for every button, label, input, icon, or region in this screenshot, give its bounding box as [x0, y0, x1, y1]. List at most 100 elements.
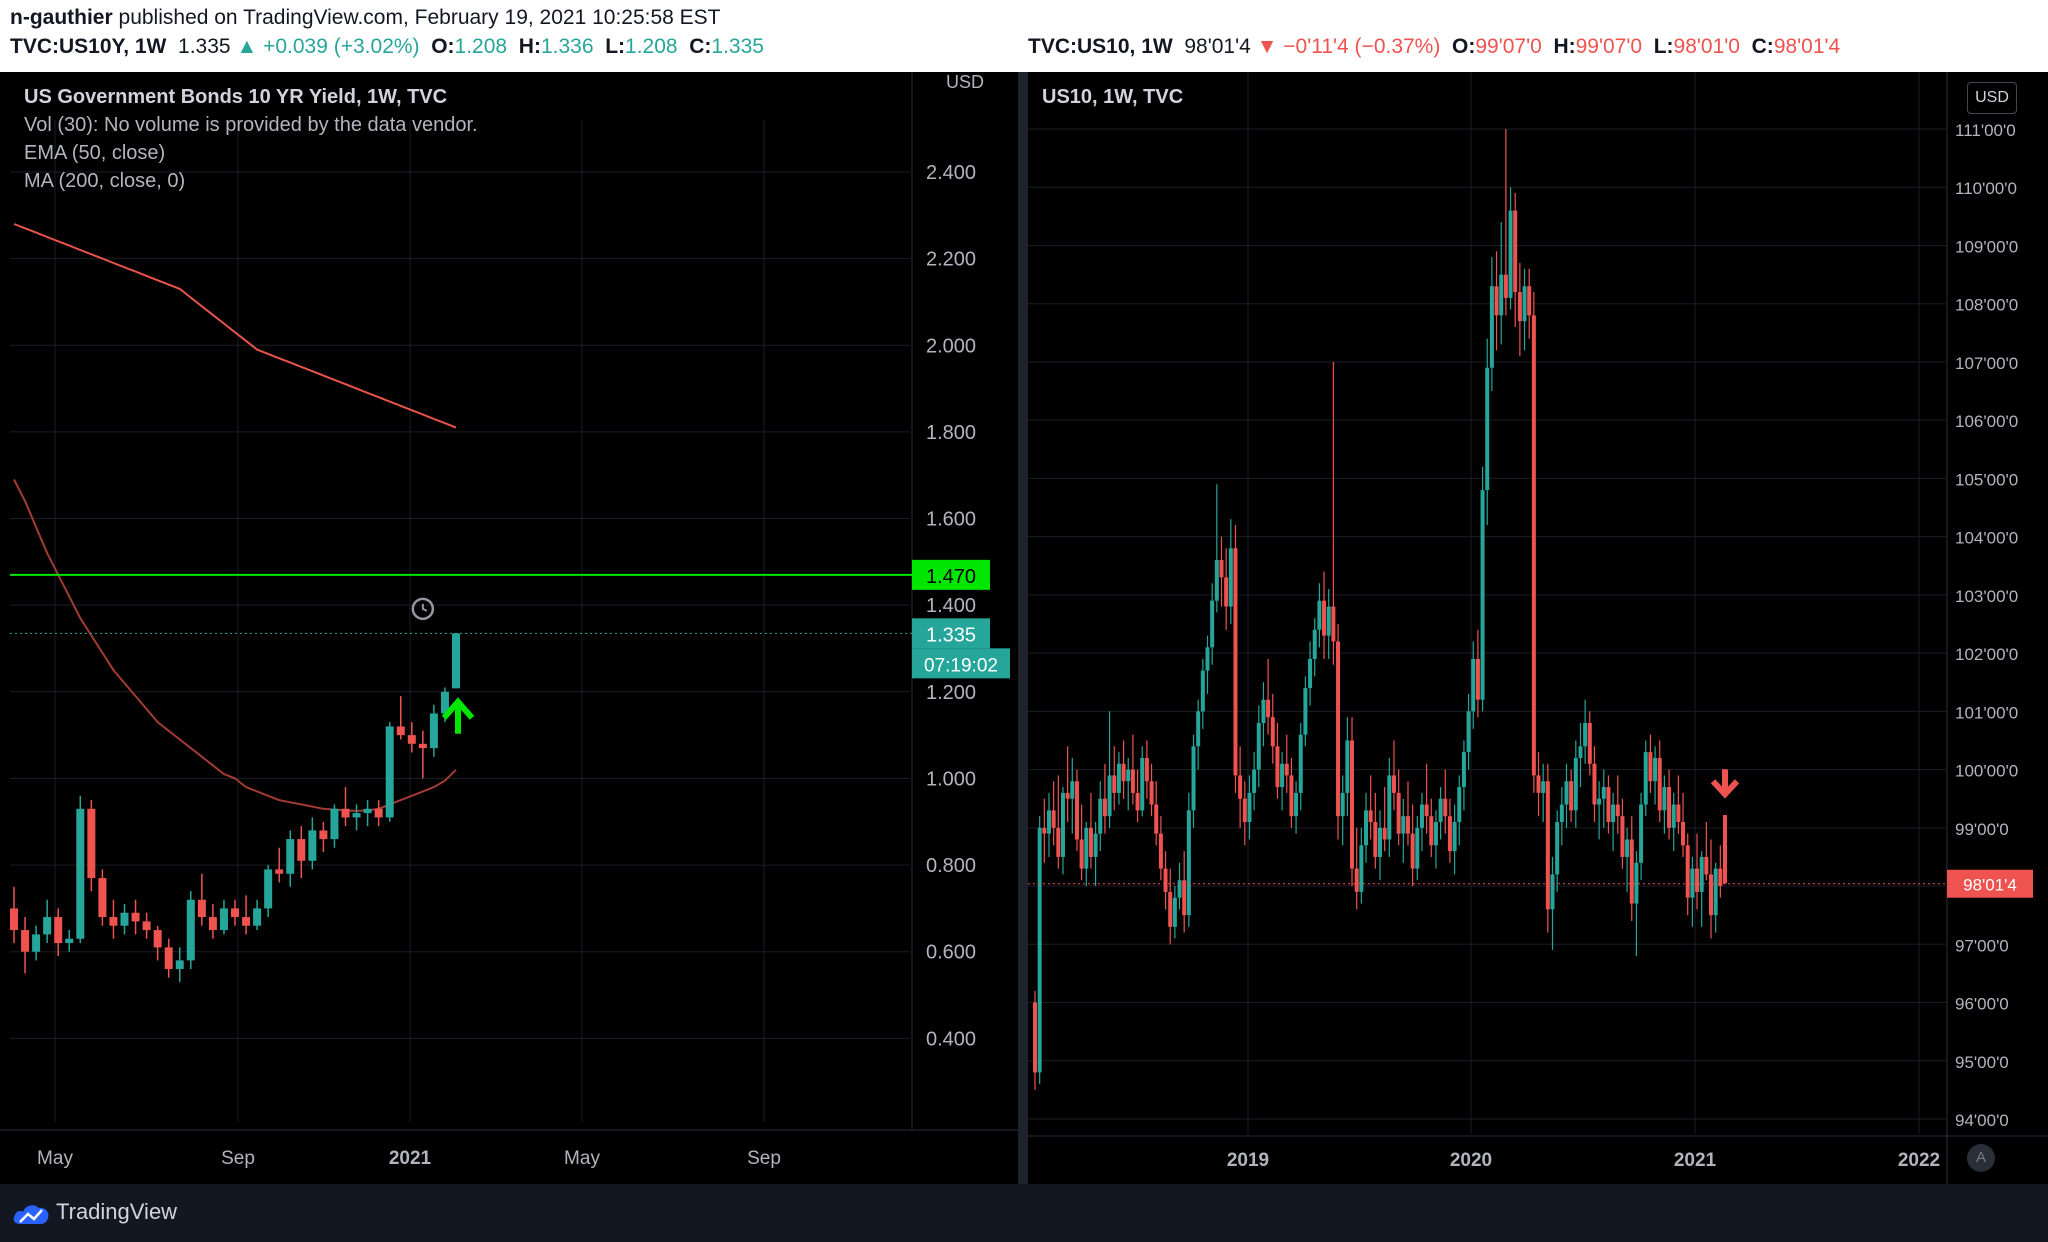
candle-body	[352, 813, 361, 818]
arrow-down-icon	[1710, 769, 1740, 799]
candle-body	[1079, 839, 1084, 869]
currency-button[interactable]: USD	[1967, 82, 2017, 114]
right-symbol[interactable]: TVC:US10, 1W	[1028, 35, 1173, 58]
right-chart-title[interactable]: US10, 1W, TVC	[1042, 86, 1183, 109]
candle-body	[1629, 839, 1634, 904]
x-tick-label: 2020	[1450, 1150, 1492, 1171]
candle-body	[21, 930, 30, 952]
candle-body	[1289, 775, 1294, 817]
candle-body	[1615, 804, 1620, 817]
legend-ema[interactable]: EMA (50, close)	[24, 142, 165, 165]
y-tick-label: 106'00'0	[1955, 412, 2018, 431]
left-low-label: L:	[605, 35, 626, 58]
candle-body	[1429, 816, 1434, 846]
candle-body	[76, 808, 85, 939]
y-tick-label: 2.200	[926, 249, 976, 271]
candle-body	[1037, 827, 1042, 1073]
candle-body	[363, 808, 372, 814]
y-tick-label: 1.800	[926, 422, 976, 444]
candle-body	[1364, 810, 1369, 846]
y-tick-label: 108'00'0	[1955, 296, 2018, 315]
candle-body	[1424, 804, 1429, 817]
chart-header: n-gauthier published on TradingView.com,…	[0, 0, 2048, 72]
left-chart-svg[interactable]: 0.400 0.600 0.800 1.000 1.200 1.400 1.600 1.800…	[0, 72, 1018, 1184]
right-open-value: 99'07'0	[1475, 35, 1542, 58]
candle-body	[1657, 757, 1662, 811]
left-chart-panel[interactable]: 0.400 0.600 0.800 1.000 1.200 1.400 1.600 1.800…	[0, 72, 1018, 1184]
author-name[interactable]: n-gauthier	[10, 6, 113, 29]
candle-body	[32, 934, 41, 952]
candle-body	[297, 839, 306, 861]
candle-body	[1443, 798, 1448, 817]
candle-body	[1587, 723, 1592, 764]
auto-scale-button[interactable]: A	[1967, 1144, 1995, 1172]
candle-body	[1182, 880, 1187, 916]
candle-body	[330, 808, 339, 840]
candle-body	[1489, 286, 1494, 368]
candle-body	[1284, 763, 1289, 776]
candle-body	[1541, 781, 1546, 793]
left-high-label: H:	[518, 35, 541, 58]
candle-body	[1275, 746, 1280, 788]
candle-body	[1475, 658, 1480, 700]
candle-body	[1578, 746, 1583, 758]
candle-body	[374, 808, 383, 818]
ma-line	[13, 223, 457, 429]
candle-body	[308, 830, 317, 861]
candle-body	[1033, 1002, 1037, 1073]
candle-body	[1224, 577, 1229, 607]
candle-body	[1326, 606, 1331, 636]
candle-body	[1513, 210, 1518, 293]
candle-body	[396, 726, 405, 736]
legend-ma[interactable]: MA (200, close, 0)	[24, 170, 185, 193]
candle-body	[1252, 769, 1257, 793]
candle-body	[1410, 833, 1415, 869]
y-tick-label: 1.400	[926, 595, 976, 617]
candle-body	[1382, 827, 1387, 840]
candle-body	[407, 735, 416, 744]
candle-body	[1545, 781, 1550, 910]
candle-body	[109, 917, 118, 926]
candle-body	[385, 726, 394, 818]
candle-body	[1433, 822, 1438, 846]
candle-body	[1681, 822, 1686, 846]
panel-divider[interactable]	[1018, 72, 1028, 1184]
candle-body	[1046, 810, 1051, 834]
y-tick-label: 104'00'0	[1955, 529, 2018, 548]
left-chart-title[interactable]: US Government Bonds 10 YR Yield, 1W, TVC	[24, 86, 447, 109]
candle-body	[1653, 757, 1658, 782]
candle-body	[1256, 723, 1261, 770]
candle-body	[1042, 827, 1047, 834]
tradingview-brand[interactable]: TradingView	[56, 1199, 177, 1225]
candle-body	[1601, 787, 1606, 799]
x-tick-label: Sep	[747, 1148, 781, 1169]
candle-body	[1555, 822, 1560, 875]
y-tick-label: 103'00'0	[1955, 587, 2018, 606]
candle-body	[1723, 815, 1727, 884]
y-tick-label: 109'00'0	[1955, 237, 2018, 256]
candle-body	[242, 917, 251, 926]
right-chart-svg[interactable]: 94'00'095'00'096'00'097'00'098'00'099'00…	[1028, 72, 2048, 1184]
publish-line: n-gauthier published on TradingView.com,…	[10, 6, 721, 30]
candle-body	[1699, 856, 1704, 892]
left-ticker-line: TVC:US10Y, 1W 1.335 ▲ +0.039 (+3.02%) O:…	[10, 35, 764, 59]
candle-body	[10, 908, 18, 931]
legend-volume[interactable]: Vol (30): No volume is provided by the d…	[24, 114, 478, 137]
candle-body	[1186, 810, 1191, 916]
candle-body	[1415, 827, 1420, 869]
cloud-icon[interactable]	[12, 1200, 52, 1226]
y-tick-label: 94'00'0	[1955, 1111, 2009, 1130]
candle-body	[1340, 792, 1345, 817]
y-tick-label: 0.600	[926, 942, 976, 964]
x-tick-label: 2021	[389, 1148, 432, 1169]
candle-body	[142, 921, 151, 931]
candle-body	[120, 912, 129, 926]
candle-body	[1121, 763, 1126, 782]
candle-body	[1205, 647, 1210, 671]
left-symbol[interactable]: TVC:US10Y, 1W	[10, 35, 166, 58]
candle-body	[1639, 804, 1644, 863]
right-chart-panel[interactable]: 94'00'095'00'096'00'097'00'098'00'099'00…	[1028, 72, 2048, 1184]
candle-body	[1270, 717, 1275, 747]
x-tick-label: 2019	[1227, 1150, 1269, 1171]
candle-body	[1345, 740, 1350, 793]
